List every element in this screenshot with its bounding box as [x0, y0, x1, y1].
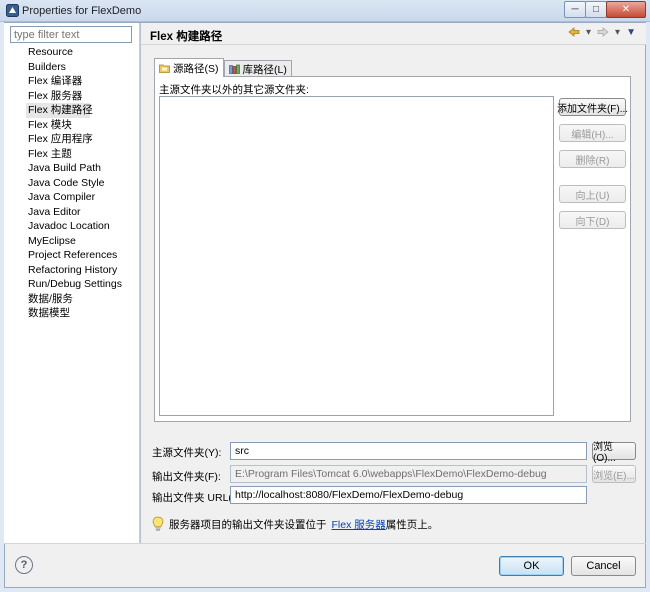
- sidebar-item[interactable]: Resource: [28, 45, 138, 60]
- history-navigation: ▾ ▾ ▼: [568, 27, 636, 38]
- additional-source-folders-label: 主源文件夹以外的其它源文件夹:: [159, 84, 309, 96]
- sidebar-item[interactable]: Project References: [28, 248, 138, 263]
- hint-text-prefix: 服务器项目的输出文件夹设置位于: [169, 518, 327, 531]
- tab-library-path-label: 库路径(L): [242, 63, 287, 76]
- move-down-button[interactable]: 向下(D): [559, 211, 626, 229]
- forward-dropdown-icon[interactable]: ▾: [615, 27, 620, 38]
- close-button[interactable]: ✕: [606, 1, 646, 18]
- sidebar-item[interactable]: Flex 编译器: [28, 74, 138, 89]
- browse-source-button[interactable]: 浏览(O)...: [592, 442, 636, 464]
- tab-library-path[interactable]: 库路径(L): [223, 60, 292, 77]
- forward-arrow-icon[interactable]: [597, 27, 609, 37]
- remove-button[interactable]: 删除(R): [559, 150, 626, 168]
- window-title: Properties for FlexDemo: [22, 5, 142, 17]
- sidebar-item[interactable]: Flex 构建路径: [26, 103, 93, 118]
- sidebar-item[interactable]: Flex 模块: [28, 118, 138, 133]
- sidebar-item[interactable]: 数据/服务: [28, 292, 138, 307]
- sidebar-item[interactable]: Java Code Style: [28, 176, 138, 191]
- sidebar-item[interactable]: Java Compiler: [28, 190, 138, 205]
- sidebar-item[interactable]: 数据模型: [28, 306, 138, 321]
- flex-server-link[interactable]: Flex 服务器: [332, 517, 386, 532]
- sidebar-item[interactable]: MyEclipse: [28, 234, 138, 249]
- sidebar-item[interactable]: Flex 服务器: [28, 89, 138, 104]
- help-icon[interactable]: ?: [15, 556, 33, 574]
- property-page-list: Resource Builders Flex 编译器 Flex 服务器 Flex 构建路…: [26, 45, 138, 321]
- tab-bar: 源路径(S) 库路径(L): [154, 58, 292, 77]
- output-url-field[interactable]: http://localhost:8080/FlexDemo/FlexDemo-…: [230, 486, 587, 504]
- minimize-button[interactable]: ─: [564, 1, 586, 18]
- eclipse-app-icon: [6, 4, 19, 17]
- tab-source-path[interactable]: 源路径(S): [154, 58, 224, 77]
- browse-output-button[interactable]: 浏览(E)...: [592, 465, 636, 483]
- output-folder-label: 输出文件夹(F):: [152, 471, 221, 483]
- sidebar-item[interactable]: Javadoc Location: [28, 219, 138, 234]
- sidebar-item[interactable]: Java Build Path: [28, 161, 138, 176]
- lightbulb-icon: [152, 516, 164, 531]
- ok-button[interactable]: OK: [499, 556, 564, 576]
- output-url-label: 输出文件夹 URL(I):: [152, 492, 242, 504]
- sidebar-item[interactable]: Builders: [28, 60, 138, 75]
- server-settings-hint: 服务器项目的输出文件夹设置位于 Flex 服务器 属性页上。: [152, 516, 438, 532]
- back-arrow-icon[interactable]: [568, 27, 580, 37]
- panel-splitter[interactable]: [140, 23, 141, 543]
- page-title: Flex 构建路径: [150, 31, 223, 43]
- sidebar-item[interactable]: Flex 应用程序: [28, 132, 138, 147]
- back-dropdown-icon[interactable]: ▾: [586, 27, 591, 38]
- edit-button[interactable]: 编辑(H)...: [559, 124, 626, 142]
- sidebar-item[interactable]: Java Editor: [28, 205, 138, 220]
- sidebar-item[interactable]: Flex 主题: [28, 147, 138, 162]
- view-menu-icon[interactable]: ▼: [626, 27, 636, 38]
- filter-input[interactable]: [10, 26, 132, 43]
- source-folder-icon: [159, 64, 170, 73]
- main-source-folder-field[interactable]: src: [230, 442, 587, 460]
- button-bar-separator: [4, 543, 646, 544]
- sidebar-item[interactable]: Refactoring History: [28, 263, 138, 278]
- hint-text-suffix: 属性页上。: [385, 518, 439, 531]
- output-folder-field: E:\Program Files\Tomcat 6.0\webapps\Flex…: [230, 465, 587, 483]
- maximize-button[interactable]: □: [585, 1, 607, 18]
- main-source-folder-label: 主源文件夹(Y):: [152, 447, 222, 459]
- library-icon: [228, 64, 240, 74]
- move-up-button[interactable]: 向上(U): [559, 185, 626, 203]
- sidebar-item[interactable]: Run/Debug Settings: [28, 277, 138, 292]
- add-folder-button[interactable]: 添加文件夹(F)...: [557, 98, 628, 116]
- tab-source-path-label: 源路径(S): [173, 62, 219, 75]
- cancel-button[interactable]: Cancel: [571, 556, 636, 576]
- window-controls: ─ □ ✕: [564, 1, 646, 18]
- source-folders-list[interactable]: [159, 96, 554, 416]
